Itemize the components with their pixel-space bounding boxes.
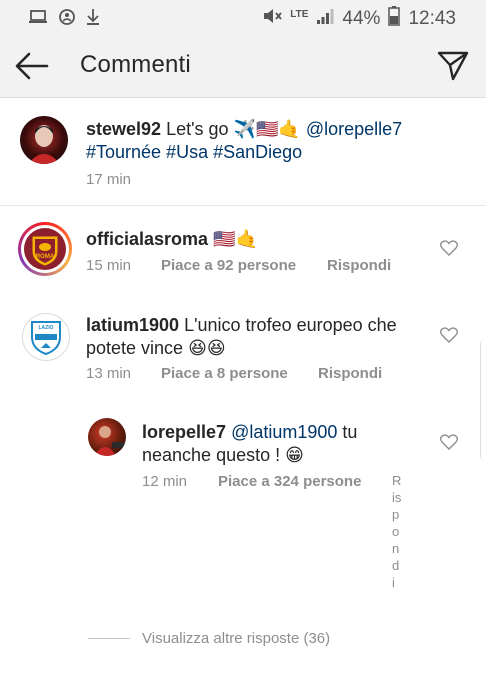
like-button[interactable] (440, 240, 458, 256)
status-right-icons: LTE 44% 12:43 (262, 6, 456, 32)
view-more-replies-button[interactable]: Visualizza altre risposte (36) (88, 630, 330, 647)
caption-text: stewel92 Let's go ✈️🇺🇸🤙 @lorepelle7 #Tou… (86, 118, 466, 164)
comment-username[interactable]: officialasroma (86, 229, 208, 249)
view-more-label: Visualizza altre risposte (36) (142, 630, 331, 647)
avatar[interactable]: LAZIO (22, 313, 70, 361)
post-caption: stewel92 Let's go ✈️🇺🇸🤙 @lorepelle7 #Tou… (0, 98, 486, 206)
avatar[interactable] (88, 418, 126, 456)
lazio-crest-label: LAZIO (39, 325, 54, 331)
battery-percent: 44% (342, 8, 381, 29)
reply-timestamp: 12 min (142, 473, 188, 490)
avatar[interactable]: ROMA (18, 222, 72, 276)
divider-line (88, 638, 130, 639)
reply-likes-count[interactable]: Piace a 324 persone (218, 473, 361, 490)
roma-crest-icon: ROMA (24, 228, 66, 270)
like-button[interactable] (440, 327, 458, 343)
laptop-icon (28, 9, 48, 30)
mute-icon (262, 7, 282, 31)
page-title: Commenti (80, 51, 191, 78)
caption-mention[interactable]: @lorepelle7 (306, 119, 402, 139)
lazio-crest-icon: LAZIO (31, 321, 61, 356)
reply-meta: 12 min Piace a 324 persone (142, 473, 361, 490)
comment-text: officialasroma 🇺🇸🤙 (86, 228, 416, 251)
paper-plane-icon (437, 51, 469, 81)
like-button[interactable] (440, 434, 458, 450)
roma-crest-svg: ROMA (32, 236, 58, 266)
comment-body: 🇺🇸🤙 (213, 229, 258, 249)
caption-username[interactable]: stewel92 (86, 119, 161, 139)
caption-timestamp: 17 min (86, 171, 132, 188)
caption-hashtags[interactable]: #Tournée #Usa #SanDiego (86, 142, 302, 162)
heart-icon (440, 327, 458, 343)
clock: 12:43 (408, 8, 456, 29)
data-saver-icon (58, 8, 76, 31)
comment-username[interactable]: latium1900 (86, 315, 179, 335)
battery-icon (388, 6, 401, 32)
likes-count[interactable]: Piace a 92 persone (161, 257, 327, 274)
avatar[interactable] (20, 116, 68, 164)
roma-crest-label: ROMA (36, 254, 55, 260)
reply-button[interactable]: Rispondi (327, 257, 391, 274)
comment-text: latium1900 L'unico trofeo europeo che po… (86, 314, 416, 360)
reply-text: lorepelle7 @latium1900 tu neanche questo… (142, 421, 392, 467)
comment-timestamp: 15 min (86, 257, 132, 274)
scrollbar[interactable] (480, 340, 486, 460)
arrow-left-icon (15, 52, 49, 80)
status-left-icons (28, 8, 100, 31)
comment-meta: 13 min Piace a 8 persone Rispondi (86, 365, 382, 382)
heart-icon (440, 240, 458, 256)
caption-body: Let's go ✈️🇺🇸🤙 (166, 119, 306, 139)
reply-button[interactable]: Rispondi (392, 472, 402, 591)
comment-timestamp: 13 min (86, 365, 132, 382)
reply-username[interactable]: lorepelle7 (142, 422, 226, 442)
likes-count[interactable]: Piace a 8 persone (161, 365, 318, 382)
app-header: Commenti (0, 34, 486, 98)
network-type: LTE (290, 8, 309, 20)
profile-photo-icon (28, 125, 60, 164)
heart-icon (440, 434, 458, 450)
back-button[interactable] (14, 51, 50, 81)
avatar-ring: ROMA (21, 225, 69, 273)
reply-button[interactable]: Rispondi (318, 365, 382, 382)
status-bar: LTE 44% 12:43 (0, 0, 486, 34)
download-icon (86, 8, 100, 31)
comment-meta: 15 min Piace a 92 persone Rispondi (86, 257, 391, 274)
share-button[interactable] (436, 48, 470, 82)
profile-photo-icon (94, 426, 124, 456)
signal-icon (316, 7, 334, 31)
reply-mention[interactable]: @latium1900 (231, 422, 337, 442)
